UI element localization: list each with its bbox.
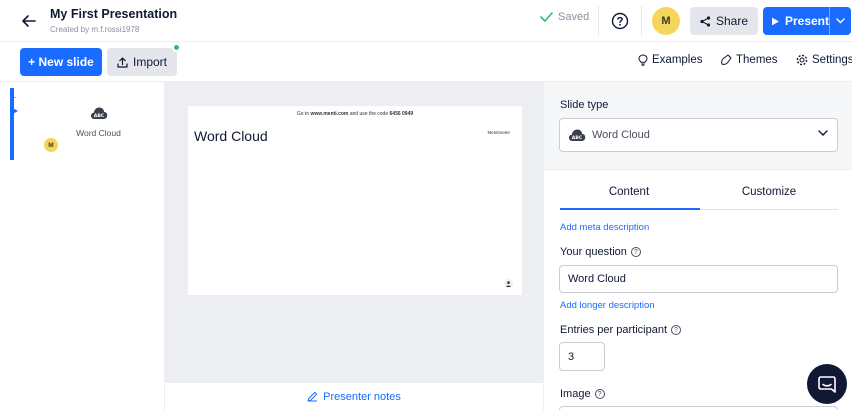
saved-label: Saved xyxy=(558,11,590,23)
join-middle: and use the code xyxy=(349,111,389,117)
back-arrow-icon[interactable] xyxy=(18,10,40,32)
present-button[interactable]: Present xyxy=(763,7,851,35)
upload-icon xyxy=(117,56,128,68)
image-label: Image ? xyxy=(560,388,605,400)
new-slide-label: + New slide xyxy=(28,55,94,69)
slide-type-select[interactable]: ABC Word Cloud xyxy=(559,118,838,152)
presentation-title[interactable]: My First Presentation xyxy=(50,7,177,21)
entries-label: Entries per participant ? xyxy=(560,324,681,336)
slide-settings-panel: Slide type ABC Word Cloud Content Custom… xyxy=(543,82,852,410)
top-bar: My First Presentation Created by m.f.ros… xyxy=(0,0,852,42)
slide-thumbnail-label: Word Cloud xyxy=(76,128,121,138)
notification-dot xyxy=(172,43,181,52)
help-icon[interactable]: ? xyxy=(594,389,605,399)
divider xyxy=(641,6,642,36)
import-button[interactable]: Import xyxy=(107,48,177,76)
chat-icon xyxy=(818,375,836,393)
present-label: Present xyxy=(784,14,829,28)
toolbar: + New slide Import Examples Themes Setti… xyxy=(0,42,852,82)
entries-label-text: Entries per participant xyxy=(560,324,667,336)
settings-label: Settings xyxy=(812,54,852,66)
slide-canvas: Go to www.menti.com and use the code 645… xyxy=(165,82,543,382)
slide-number: 1 xyxy=(11,90,17,100)
svg-text:ABC: ABC xyxy=(572,135,583,141)
slide-type-label: Slide type xyxy=(560,99,609,111)
lightbulb-icon xyxy=(638,54,648,66)
avatar: M xyxy=(44,138,58,152)
play-icon xyxy=(772,17,779,25)
image-upload-area[interactable] xyxy=(559,406,838,410)
themes-icon xyxy=(721,54,732,65)
join-site: www.menti.com xyxy=(310,111,349,117)
join-instructions: Go to www.menti.com and use the code 645… xyxy=(188,111,522,117)
present-main[interactable]: Present xyxy=(763,14,829,28)
person-icon xyxy=(504,279,513,288)
new-slide-button[interactable]: + New slide xyxy=(20,48,102,76)
share-button[interactable]: Share xyxy=(690,7,758,35)
help-icon[interactable] xyxy=(609,10,631,32)
entries-input[interactable]: 3 xyxy=(559,342,605,371)
brand-logo: Mentimeter xyxy=(487,130,510,135)
help-icon[interactable]: ? xyxy=(630,247,641,257)
slide-type-value: Word Cloud xyxy=(592,129,650,141)
help-icon[interactable]: ? xyxy=(671,325,681,335)
themes-label: Themes xyxy=(736,54,778,66)
share-icon xyxy=(700,15,711,27)
slide-type-section: Slide type ABC Word Cloud xyxy=(544,82,852,170)
join-prefix: Go to xyxy=(296,111,310,117)
slide-title: Word Cloud xyxy=(194,128,268,144)
saved-status: Saved xyxy=(540,11,589,23)
question-input[interactable]: Word Cloud xyxy=(559,265,838,293)
join-code: 6456 0949 xyxy=(389,111,414,117)
presenter-notes-label: Presenter notes xyxy=(323,390,401,403)
chevron-down-icon xyxy=(818,130,828,136)
examples-link[interactable]: Examples xyxy=(638,54,703,66)
share-label: Share xyxy=(715,14,749,28)
examples-label: Examples xyxy=(652,54,703,66)
word-cloud-icon: ABC xyxy=(569,129,586,141)
presentation-creator: Created by m.f.rossi1978 xyxy=(50,25,140,34)
divider xyxy=(598,6,599,36)
import-label: Import xyxy=(132,55,167,69)
add-longer-description-link[interactable]: Add longer description xyxy=(560,300,655,311)
user-avatar[interactable]: M xyxy=(652,7,680,35)
add-meta-description-link[interactable]: Add meta description xyxy=(560,222,649,233)
play-icon xyxy=(11,102,18,120)
slide-thumbnail[interactable]: ABC Word Cloud M xyxy=(38,88,159,158)
active-tab-indicator xyxy=(560,208,700,210)
pencil-icon xyxy=(307,391,318,402)
question-label: Your question ? xyxy=(560,246,641,258)
image-label-text: Image xyxy=(560,388,591,400)
chevron-down-icon[interactable] xyxy=(830,18,851,24)
themes-link[interactable]: Themes xyxy=(720,54,778,66)
word-cloud-icon: ABC xyxy=(90,106,108,125)
question-label-text: Your question xyxy=(560,246,627,258)
check-icon xyxy=(540,12,553,22)
gear-icon xyxy=(796,54,808,66)
chat-button[interactable] xyxy=(807,364,847,404)
slide-preview[interactable]: Go to www.menti.com and use the code 645… xyxy=(188,106,522,295)
svg-text:ABC: ABC xyxy=(94,113,105,119)
settings-link[interactable]: Settings xyxy=(796,54,852,66)
presenter-notes-button[interactable]: Presenter notes xyxy=(165,382,543,410)
